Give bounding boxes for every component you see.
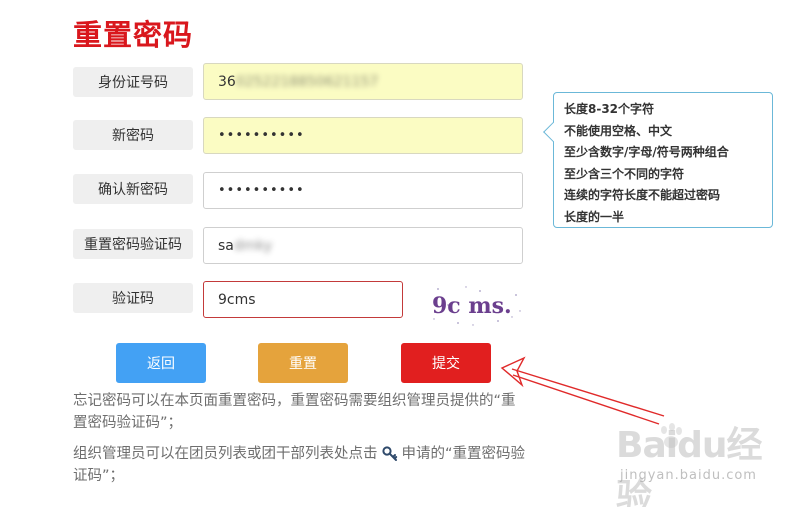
new-password-value: •••••••••• <box>218 128 305 143</box>
help-note-1: 忘记密码可以在本页面重置密码，重置密码需要组织管理员提供的“重置密码验证码”； <box>73 393 516 431</box>
rule-line-4: 至少含三个不同的字符 <box>564 166 685 181</box>
reset-code-label: 重置密码验证码 <box>73 229 193 259</box>
id-card-value: 36 <box>218 73 236 90</box>
reset-code-value: sa <box>218 237 234 254</box>
new-password-label: 新密码 <box>73 120 193 150</box>
watermark-main: Baidu经验 <box>616 425 762 507</box>
confirm-password-label: 确认新密码 <box>73 174 193 204</box>
watermark-sub: jingyan.baidu.com <box>620 468 757 483</box>
submit-button[interactable]: 提交 <box>401 343 491 383</box>
help-note-2: 组织管理员可以在团员列表或团干部列表处点击 申请的“重置密码验证码”； <box>73 443 528 487</box>
confirm-password-input[interactable]: •••••••••• <box>203 172 523 209</box>
id-card-masked: 0252218850621157 <box>235 73 379 90</box>
confirm-password-value: •••••••••• <box>218 183 305 198</box>
page-title: 重置密码 <box>73 18 194 52</box>
reset-button[interactable]: 重置 <box>258 343 348 383</box>
captcha-image-text: 9c ms. <box>432 293 512 319</box>
captcha-input[interactable]: 9cms <box>203 281 403 318</box>
reset-code-input[interactable]: sa dmky <box>203 227 523 264</box>
captcha-label: 验证码 <box>73 283 193 313</box>
rule-line-6: 长度的一半 <box>564 209 625 224</box>
baidu-watermark: Baidu经验 jingyan.baidu.com <box>612 408 792 507</box>
new-password-input[interactable]: •••••••••• <box>203 117 523 154</box>
tooltip-arrow <box>543 122 563 142</box>
password-rules-tooltip: 长度8-32个字符 不能使用空格、中文 至少含数字/字母/符号两种组合 至少含三… <box>543 92 773 228</box>
rule-line-5: 连续的字符长度不能超过密码 <box>564 188 721 202</box>
rule-line-2: 不能使用空格、中文 <box>564 123 673 138</box>
captcha-image[interactable]: 9c ms. <box>428 283 524 329</box>
reset-code-masked: dmky <box>233 237 273 254</box>
id-card-label: 身份证号码 <box>73 67 193 97</box>
id-card-input[interactable]: 36 0252218850621157 <box>203 63 523 100</box>
key-icon <box>381 446 397 461</box>
back-button[interactable]: 返回 <box>116 343 206 383</box>
help-note-2-before: 组织管理员可以在团员列表或团干部列表处点击 <box>73 446 378 462</box>
captcha-value: 9cms <box>218 291 256 308</box>
rule-line-1: 长度8-32个字符 <box>564 102 655 116</box>
rule-line-3: 至少含数字/字母/符号两种组合 <box>564 145 729 159</box>
